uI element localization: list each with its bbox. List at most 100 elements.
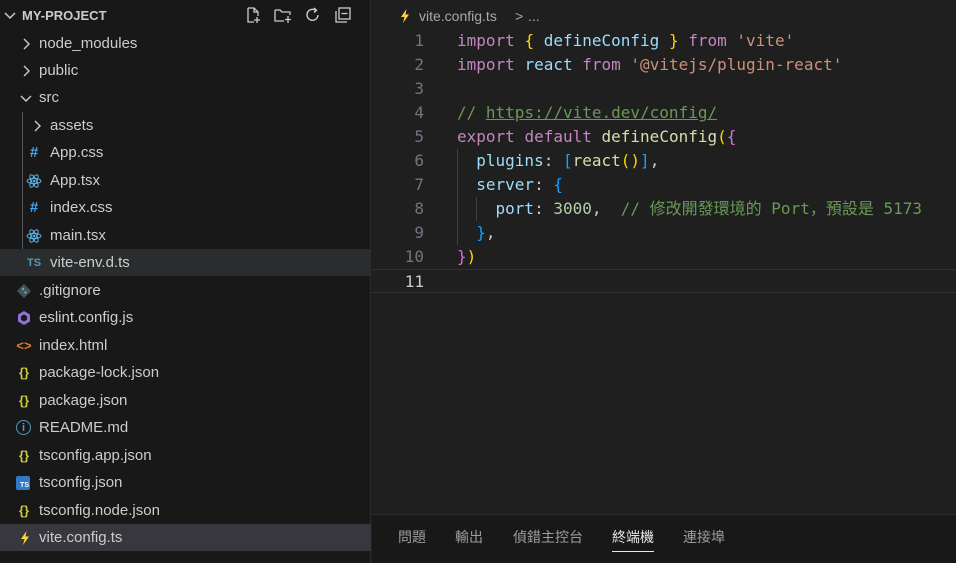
code-line[interactable]: 10}) — [372, 245, 956, 269]
code-line[interactable]: 8 port: 3000, // 修改開發環境的 Port，預設是 5173 — [372, 197, 956, 221]
code-line[interactable]: 9 }, — [372, 221, 956, 245]
tab-output[interactable]: 輸出 — [455, 527, 483, 551]
tree-item-src[interactable]: src — [0, 84, 371, 111]
code-token: import — [457, 31, 515, 50]
code-token: : — [534, 175, 554, 194]
tree-item-package-lock-json[interactable]: {} package-lock.json — [0, 359, 371, 386]
code-token[interactable]: https://vite.dev/config/ — [486, 103, 717, 122]
tree-item-vite-env-d-ts[interactable]: TS vite-env.d.ts — [0, 249, 371, 276]
tree-item-eslint-config[interactable]: eslint.config.js — [0, 304, 371, 331]
tree-item-gitignore[interactable]: .gitignore — [0, 277, 371, 304]
code-line[interactable]: 4 // https://vite.dev/config/ — [372, 101, 956, 125]
tab-label: 輸出 — [455, 529, 483, 545]
code-token: 3000 — [553, 199, 592, 218]
json-file-icon: {} — [18, 365, 30, 380]
code-token: react — [524, 55, 573, 74]
tab-debug-console[interactable]: 偵錯主控台 — [513, 527, 583, 551]
code-line[interactable]: 1 import { defineConfig } from 'vite' — [372, 29, 956, 53]
tree-item-main-tsx[interactable]: main.tsx — [0, 222, 371, 249]
tree-item-package-json[interactable]: {} package.json — [0, 387, 371, 414]
tree-item-label: App.css — [50, 144, 104, 161]
new-file-icon[interactable] — [243, 5, 263, 25]
code-text: export default defineConfig({ — [457, 125, 736, 149]
code-token: { — [524, 31, 535, 50]
collapse-all-icon[interactable] — [333, 5, 353, 25]
code-text: }) — [457, 245, 476, 269]
code-line[interactable]: 7 server: { — [372, 173, 956, 197]
tree-item-app-tsx[interactable]: App.tsx — [0, 167, 371, 194]
tree-item-label: tsconfig.json — [39, 474, 123, 491]
tab-label: 問題 — [398, 529, 426, 545]
tab-ports[interactable]: 連接埠 — [683, 527, 725, 551]
git-file-icon — [16, 283, 32, 298]
code-token: , — [649, 151, 660, 170]
tab-problems[interactable]: 問題 — [398, 527, 426, 551]
tree-item-label: index.html — [39, 337, 108, 354]
tsconfig-file-icon: TS — [16, 475, 30, 490]
code-token: ) — [466, 247, 477, 266]
code-token: } — [668, 31, 679, 50]
tree-item-index-css[interactable]: # index.css — [0, 194, 371, 221]
code-token: default — [524, 127, 592, 146]
code-token: } — [457, 247, 467, 266]
code-line[interactable]: 3 — [372, 77, 956, 101]
code-editor[interactable]: vite.config.ts > ... 1 import { defineCon… — [372, 0, 956, 514]
react-icon — [26, 228, 42, 243]
code-token: } — [476, 223, 486, 242]
breadcrumb-file[interactable]: vite.config.ts — [419, 8, 497, 24]
tree-item-tsconfig-json[interactable]: TS tsconfig.json — [0, 469, 371, 496]
code-line[interactable]: 11 — [372, 269, 956, 293]
tab-terminal[interactable]: 終端機 — [612, 527, 654, 552]
breadcrumb-more[interactable]: ... — [528, 8, 540, 24]
typescript-file-icon: TS — [26, 256, 42, 269]
tree-item-app-css[interactable]: # App.css — [0, 139, 371, 166]
tree-item-label: public — [39, 62, 79, 79]
tree-item-tsconfig-app-json[interactable]: {} tsconfig.app.json — [0, 442, 371, 469]
code-line[interactable]: 5 export default defineConfig({ — [372, 125, 956, 149]
code-token: , — [485, 223, 496, 242]
tree-item-index-html[interactable]: <> index.html — [0, 332, 371, 359]
code-token: // 修改開發環境的 Port，預設是 5173 — [620, 199, 922, 218]
react-icon — [26, 173, 42, 188]
code-text: // https://vite.dev/config/ — [457, 101, 717, 125]
explorer-header[interactable]: MY-PROJECT — [0, 0, 371, 30]
tree-item-readme[interactable]: i README.md — [0, 414, 371, 441]
code-token: from — [582, 55, 621, 74]
code-token: { — [726, 127, 737, 146]
tree-item-label: App.tsx — [50, 172, 101, 189]
line-number: 7 — [414, 175, 424, 194]
line-number: 5 — [414, 127, 424, 146]
tree-item-label: assets — [50, 117, 94, 134]
line-number: 10 — [404, 247, 424, 266]
tree-item-label: vite.config.ts — [39, 529, 123, 546]
code-token: import — [457, 55, 515, 74]
tree-item-label: .gitignore — [39, 282, 101, 299]
json-file-icon: {} — [18, 393, 30, 408]
breadcrumb-separator: > — [515, 8, 524, 24]
code-token: '@vitejs/plugin-react' — [630, 55, 843, 74]
code-token: () — [620, 151, 641, 170]
new-folder-icon[interactable] — [273, 5, 293, 25]
tree-item-assets[interactable]: assets — [0, 112, 371, 139]
code-token: plugins — [476, 151, 544, 170]
code-line[interactable]: 6 plugins: [react()], — [372, 149, 956, 173]
tree-item-public[interactable]: public — [0, 57, 371, 84]
code-token: server — [476, 175, 535, 194]
line-number: 8 — [414, 199, 424, 218]
tree-item-node-modules[interactable]: node_modules — [0, 30, 371, 57]
line-number: 11 — [404, 272, 424, 291]
tab-label: 終端機 — [612, 529, 654, 545]
tree-item-label: vite-env.d.ts — [50, 254, 130, 271]
tree-item-tsconfig-node-json[interactable]: {} tsconfig.node.json — [0, 497, 371, 524]
tree-item-vite-config-ts[interactable]: vite.config.ts — [0, 524, 371, 551]
chevron-down-icon[interactable] — [2, 7, 18, 23]
code-line[interactable]: 2 import react from '@vitejs/plugin-react… — [372, 53, 956, 77]
refresh-icon[interactable] — [303, 5, 323, 25]
tree-item-label: src — [39, 89, 59, 106]
tab-label: 連接埠 — [683, 529, 725, 545]
css-file-icon: # — [29, 144, 39, 161]
